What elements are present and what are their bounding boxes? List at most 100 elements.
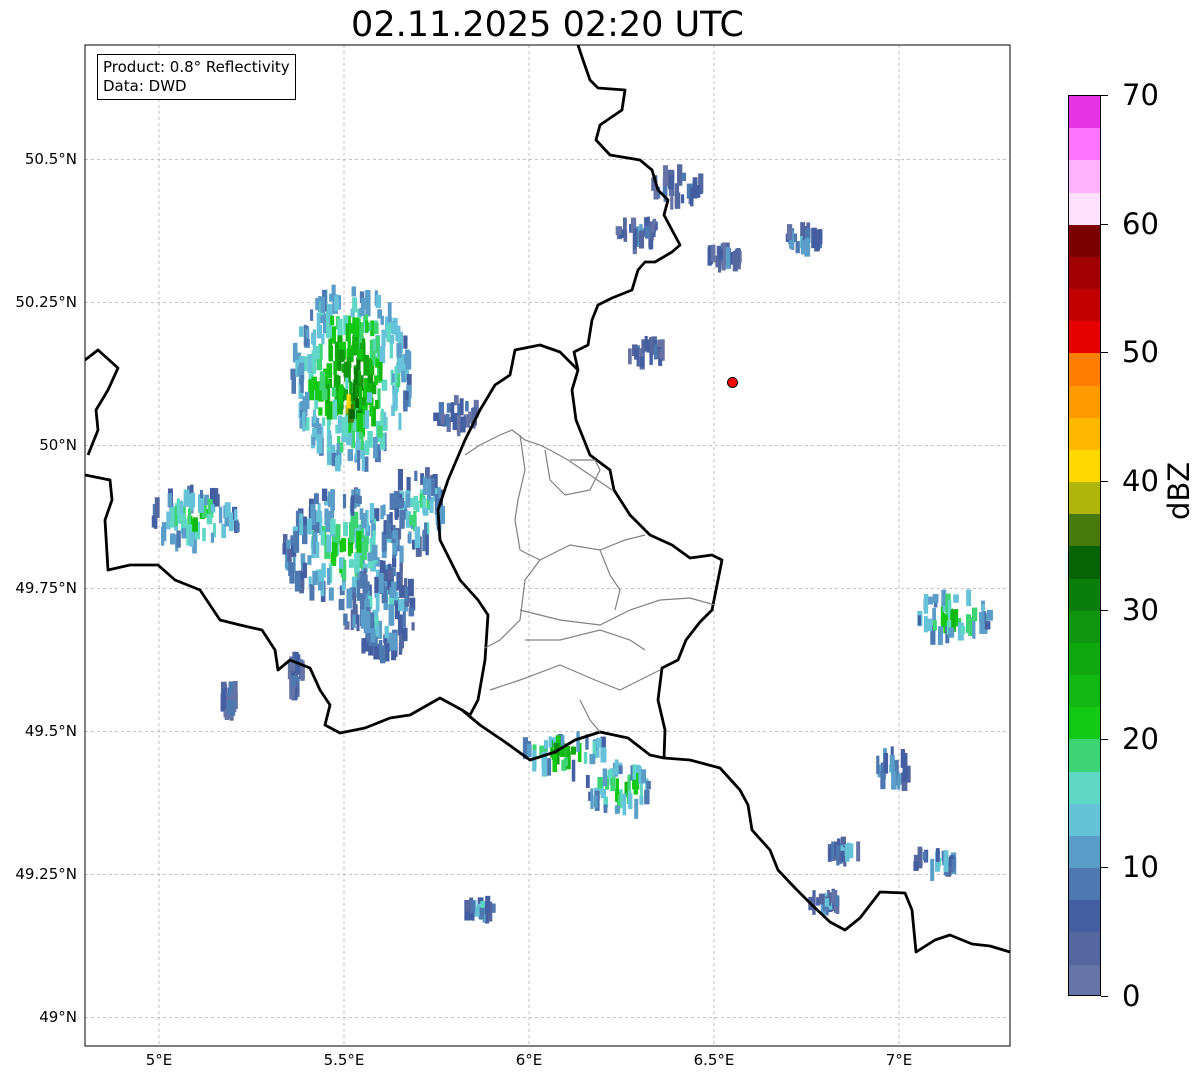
echo-cell xyxy=(827,836,861,867)
echo-bin xyxy=(312,570,318,586)
echo-bin xyxy=(711,244,716,263)
echo-bin xyxy=(632,764,637,780)
echo-bin xyxy=(356,614,360,632)
colorbar-segment xyxy=(1069,417,1100,450)
echo-bin xyxy=(368,646,374,656)
echo-bin xyxy=(596,737,602,748)
echo-bin xyxy=(425,534,429,556)
country-borders xyxy=(85,45,1010,954)
echo-bin xyxy=(366,392,373,403)
colorbar-tick xyxy=(1101,609,1108,611)
colorbar-tick-label: 40 xyxy=(1122,464,1159,499)
echo-bin xyxy=(399,545,404,563)
echo-bin xyxy=(362,611,369,628)
echo-bin xyxy=(394,509,399,520)
echo-bin xyxy=(350,495,355,516)
colorbar-segment xyxy=(1069,128,1100,161)
echo-bin xyxy=(235,522,240,532)
echo-bin xyxy=(337,403,343,415)
colorbar-segment xyxy=(1069,321,1100,354)
echo-bin xyxy=(897,773,902,785)
grid-lines xyxy=(85,45,1010,1046)
lat-tick-label: 49°N xyxy=(39,1008,77,1027)
echo-bin xyxy=(818,893,825,905)
echo-bin xyxy=(331,386,337,397)
echo-bin xyxy=(800,222,806,237)
echo-bin xyxy=(971,607,978,622)
echo-cell xyxy=(785,222,823,257)
echo-bin xyxy=(339,557,344,569)
echo-cell xyxy=(628,335,665,370)
echo-bin xyxy=(634,798,639,819)
echo-bin xyxy=(646,780,651,790)
echo-cell xyxy=(913,846,957,881)
echo-bin xyxy=(402,627,408,642)
echo-bin xyxy=(386,331,391,343)
echo-bin xyxy=(373,436,378,459)
colorbar-tick-label: 20 xyxy=(1122,721,1159,756)
echo-bin xyxy=(834,896,840,907)
echo-bin xyxy=(391,404,395,417)
echo-bin xyxy=(154,497,160,518)
echo-bin xyxy=(409,514,415,526)
echo-bin xyxy=(563,757,569,767)
echo-bin xyxy=(369,359,373,374)
echo-bin xyxy=(960,626,966,635)
product-label: Product: 0.8° Reflectivity xyxy=(103,58,290,76)
echo-bin xyxy=(459,398,464,416)
colorbar-tick-label: 0 xyxy=(1122,979,1141,1013)
colorbar xyxy=(1068,95,1101,996)
echo-bin xyxy=(943,850,949,873)
echo-bin xyxy=(222,688,227,710)
echo-bin xyxy=(932,620,937,631)
echo-bin xyxy=(167,511,171,522)
echo-bin xyxy=(466,417,471,428)
echo-bin xyxy=(600,747,607,763)
echo-bin xyxy=(384,625,389,639)
border-fr-be-north xyxy=(85,348,120,456)
echo-bin xyxy=(381,329,386,347)
echo-bin xyxy=(391,558,397,568)
echo-bin xyxy=(411,622,415,631)
colorbar-segment xyxy=(1069,642,1100,676)
echo-bin xyxy=(889,754,895,772)
echo-bin xyxy=(343,613,348,626)
colorbar-segment xyxy=(1069,482,1100,515)
echo-bin xyxy=(368,322,372,332)
echo-bin xyxy=(374,375,379,386)
echo-bin xyxy=(312,409,317,424)
plot-frame xyxy=(84,44,1011,1047)
echo-bin xyxy=(356,495,362,504)
echo-bin xyxy=(986,609,993,621)
echo-bin xyxy=(597,776,603,789)
colorbar-tick-label: 30 xyxy=(1122,592,1159,627)
echo-bin xyxy=(485,895,491,912)
echo-bin xyxy=(330,315,335,326)
echo-bin xyxy=(362,574,368,594)
colorbar-segment xyxy=(1069,771,1100,804)
echo-bin xyxy=(361,451,365,471)
echo-bin xyxy=(372,530,376,545)
echo-cell xyxy=(615,216,658,255)
echo-bin xyxy=(292,342,298,363)
radar-map xyxy=(84,44,1011,1047)
echo-bin xyxy=(334,295,339,312)
lon-tick-label: 7°E xyxy=(885,1051,913,1069)
echo-bin xyxy=(593,795,598,808)
echo-bin xyxy=(319,378,326,391)
echo-bin xyxy=(306,518,312,535)
echo-bin xyxy=(900,749,905,768)
echo-bin xyxy=(478,907,485,920)
echo-bin xyxy=(399,358,404,371)
lat-tick-label: 50.25°N xyxy=(15,293,77,312)
echo-bin xyxy=(953,594,959,603)
echo-cell xyxy=(343,559,416,664)
echo-bin xyxy=(353,511,359,528)
echo-bin xyxy=(357,450,361,471)
echo-bin xyxy=(176,530,181,548)
echo-bin xyxy=(161,522,167,542)
echo-bin xyxy=(302,562,308,579)
echo-bin xyxy=(401,370,405,381)
echo-bin xyxy=(380,408,384,425)
colorbar-tick xyxy=(1101,996,1108,997)
